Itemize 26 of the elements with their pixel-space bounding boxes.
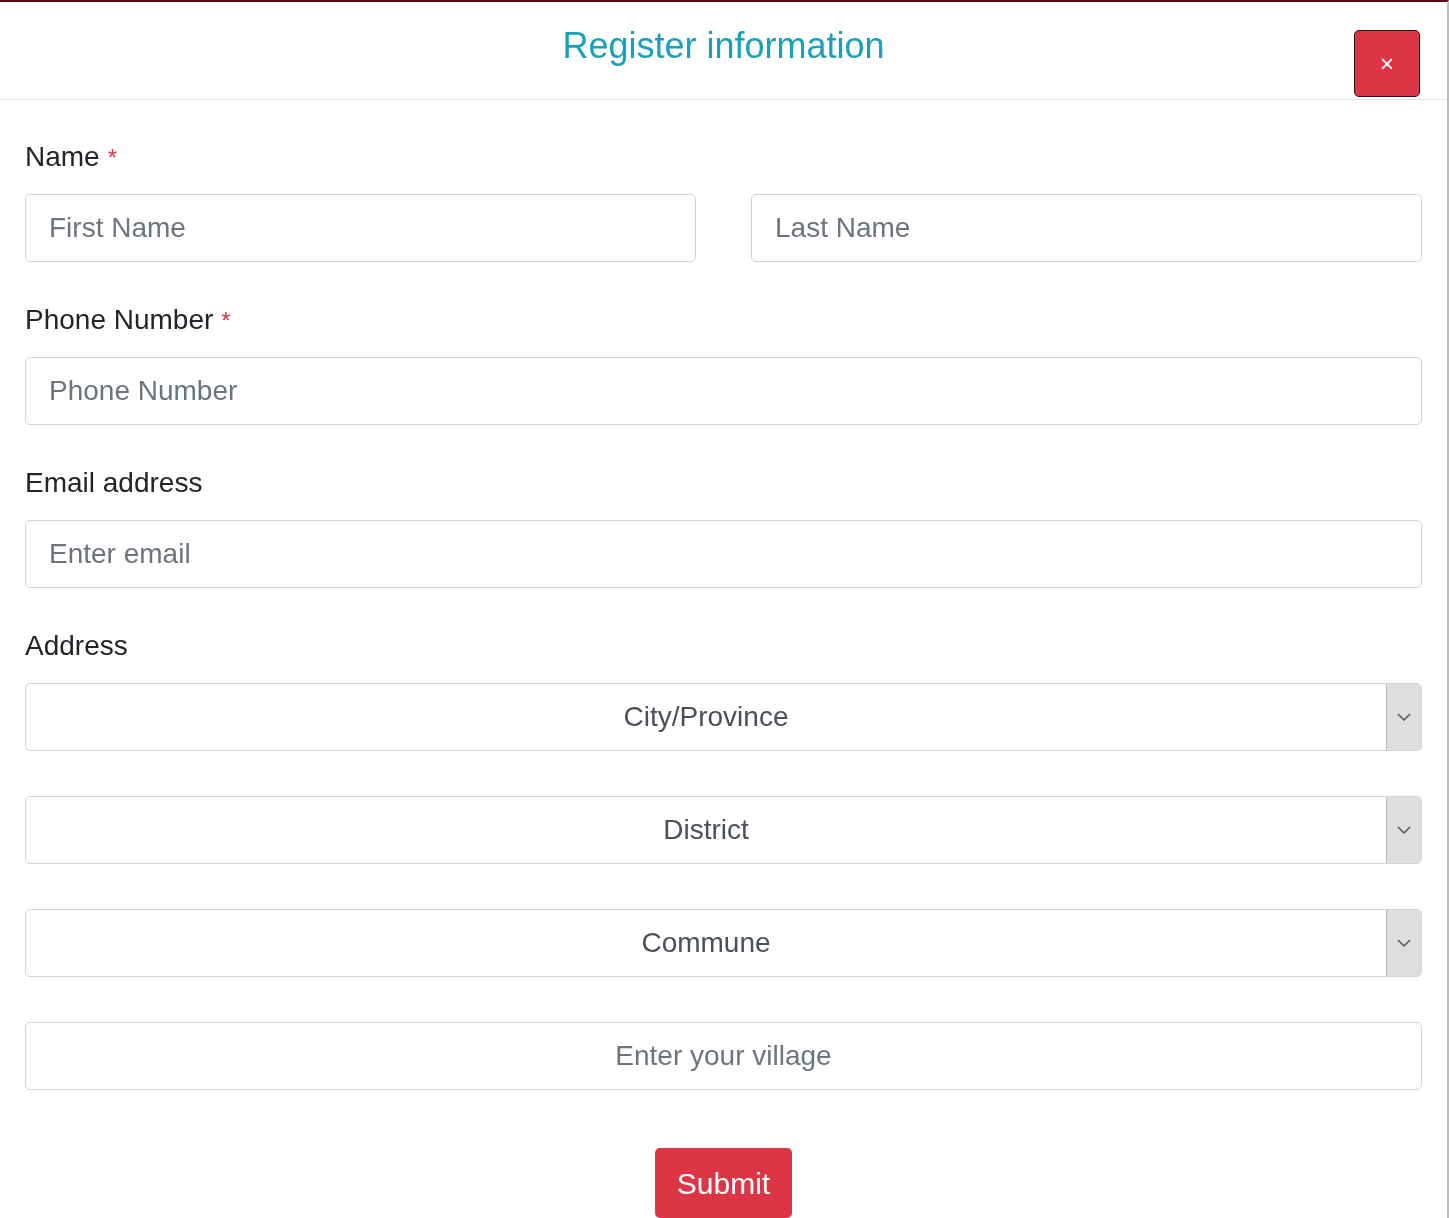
- select-field[interactable]: Commune: [25, 909, 1422, 977]
- dropdown-arrow-button[interactable]: [1386, 684, 1421, 750]
- chevron-down-icon: [1397, 712, 1411, 722]
- text-field[interactable]: Last Name: [751, 194, 1422, 262]
- dropdown-arrow-button[interactable]: [1386, 797, 1421, 863]
- required-mark: *: [107, 143, 118, 173]
- select-value: District: [662, 813, 750, 847]
- required-mark: *: [221, 306, 231, 336]
- field-label: Address: [25, 629, 128, 663]
- field-label: Email address: [25, 466, 203, 500]
- field-label: Name: [25, 140, 100, 174]
- dropdown-arrow-button[interactable]: [1386, 910, 1421, 976]
- text-field[interactable]: First Name: [25, 194, 696, 262]
- text-field[interactable]: Phone Number: [25, 357, 1422, 425]
- modal-title: Register information: [562, 23, 885, 68]
- select-value: City/Province: [622, 700, 790, 734]
- field-label: Phone Number: [25, 303, 214, 337]
- select-field[interactable]: District: [25, 796, 1422, 864]
- text-field[interactable]: Enter email: [25, 520, 1422, 588]
- close-button[interactable]: ×: [1354, 30, 1420, 97]
- select-value: Commune: [640, 926, 772, 960]
- submit-button[interactable]: Submit: [654, 1148, 793, 1218]
- select-field[interactable]: City/Province: [25, 683, 1422, 751]
- village-field[interactable]: Enter your village: [25, 1022, 1422, 1090]
- chevron-down-icon: [1397, 825, 1411, 835]
- chevron-down-icon: [1397, 938, 1411, 948]
